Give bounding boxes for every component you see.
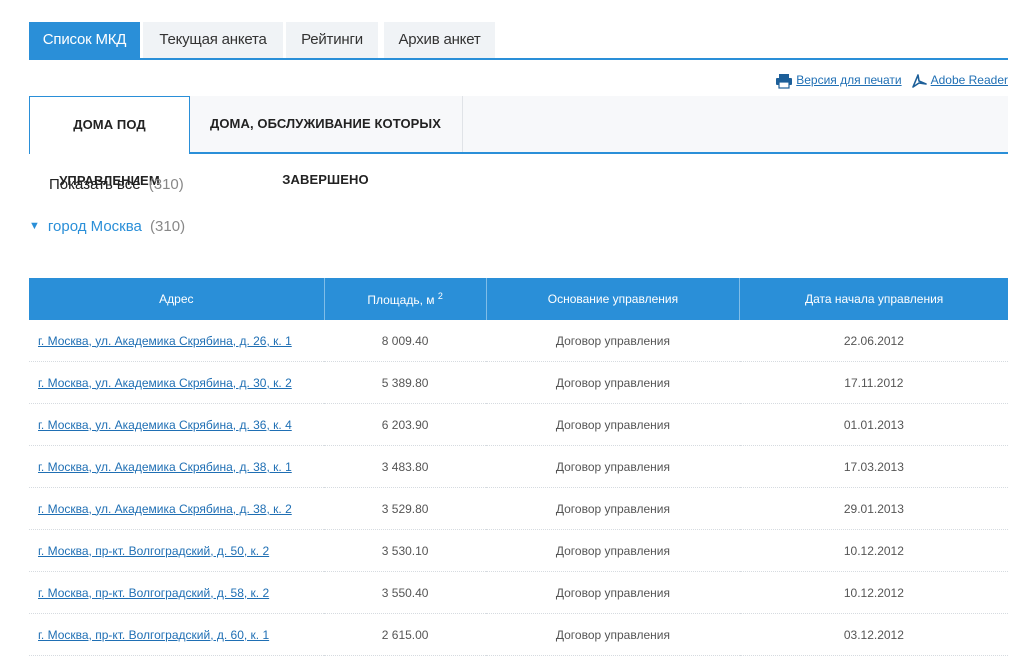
address-link[interactable]: г. Москва, ул. Академика Скрябина, д. 38… [38,502,292,516]
address-link[interactable]: г. Москва, ул. Академика Скрябина, д. 26… [38,334,292,348]
table-body: г. Москва, ул. Академика Скрябина, д. 26… [29,320,1008,656]
address-link[interactable]: г. Москва, пр-кт. Волгоградский, д. 50, … [38,544,269,558]
table-row: г. Москва, пр-кт. Волгоградский, д. 58, … [29,571,1008,614]
table-row: г. Москва, ул. Академика Скрябина, д. 36… [29,403,1008,446]
address-cell: г. Москва, ул. Академика Скрябина, д. 26… [29,320,325,362]
date-cell: 10.12.2012 [739,529,1008,572]
address-cell: г. Москва, ул. Академика Скрябина, д. 38… [29,445,325,488]
area-cell: 3 530.10 [324,529,487,572]
adobe-reader-link[interactable]: Adobe Reader [931,73,1008,87]
area-cell: 5 389.80 [324,361,487,404]
show-all-link[interactable]: Показать все (310) [49,176,184,193]
print-link-group[interactable]: Версия для печати [775,73,902,89]
tab-ratings[interactable]: Рейтинги [286,22,378,58]
address-cell: г. Москва, пр-кт. Волгоградский, д. 58, … [29,571,325,614]
tab-managed-houses[interactable]: ДОМА ПОД УПРАВЛЕНИЕМ [29,96,190,188]
date-cell: 29.01.2013 [739,487,1008,530]
city-count: (310) [150,218,186,235]
tab-current-form[interactable]: Текущая анкета [143,22,283,58]
address-cell: г. Москва, пр-кт. Волгоградский, д. 50, … [29,529,325,572]
tab-archive[interactable]: Архив анкет [384,22,495,58]
header-date[interactable]: Дата начала управления [739,278,1008,320]
basis-cell: Договор управления [486,571,740,614]
houses-table: Адрес Площадь, м 2 Основание управления … [29,278,1008,656]
header-address[interactable]: Адрес [29,278,325,320]
table-row: г. Москва, пр-кт. Волгоградский, д. 60, … [29,613,1008,656]
date-cell: 03.12.2012 [739,613,1008,656]
area-cell: 6 203.90 [324,403,487,446]
header-area-sup: 2 [437,291,443,301]
basis-cell: Договор управления [486,529,740,572]
basis-cell: Договор управления [486,320,740,362]
table-row: г. Москва, ул. Академика Скрябина, д. 38… [29,487,1008,530]
header-area[interactable]: Площадь, м 2 [324,278,487,320]
address-link[interactable]: г. Москва, пр-кт. Волгоградский, д. 60, … [38,628,269,642]
address-link[interactable]: г. Москва, ул. Академика Скрябина, д. 36… [38,418,292,432]
table-row: г. Москва, ул. Академика Скрябина, д. 26… [29,320,1008,362]
date-cell: 17.03.2013 [739,445,1008,488]
adobe-reader-icon [911,74,927,88]
reader-link-group[interactable]: Adobe Reader [910,73,1008,89]
table-header-row: Адрес Площадь, м 2 Основание управления … [29,278,1008,320]
show-all-count: (310) [148,176,184,193]
header-basis[interactable]: Основание управления [486,278,741,320]
area-cell: 3 483.80 [324,445,487,488]
address-link[interactable]: г. Москва, ул. Академика Скрябина, д. 30… [38,376,292,390]
basis-cell: Договор управления [486,487,740,530]
sub-tabs: ДОМА ПОД УПРАВЛЕНИЕМ ДОМА, ОБСЛУЖИВАНИЕ … [29,96,1008,188]
area-cell: 2 615.00 [324,613,487,656]
date-cell: 17.11.2012 [739,361,1008,404]
basis-cell: Договор управления [486,403,740,446]
date-cell: 22.06.2012 [739,320,1008,362]
address-cell: г. Москва, ул. Академика Скрябина, д. 36… [29,403,325,446]
address-link[interactable]: г. Москва, пр-кт. Волгоградский, д. 58, … [38,586,269,600]
print-tools: Версия для печати Adobe Reader [775,71,1008,91]
tab-finished-houses[interactable]: ДОМА, ОБСЛУЖИВАНИЕ КОТОРЫХ ЗАВЕРШЕНО [189,96,463,187]
top-tabs: Список МКД Текущая анкета Рейтинги Архив… [29,22,1008,60]
table-row: г. Москва, ул. Академика Скрябина, д. 30… [29,361,1008,404]
triangle-down-icon: ▼ [29,220,40,232]
area-cell: 3 529.80 [324,487,487,530]
table-row: г. Москва, пр-кт. Волгоградский, д. 50, … [29,529,1008,572]
address-cell: г. Москва, пр-кт. Волгоградский, д. 60, … [29,613,325,656]
show-all-label: Показать все [49,176,141,193]
city-filter[interactable]: ▼ город Москва (310) [29,218,185,235]
basis-cell: Договор управления [486,361,740,404]
date-cell: 10.12.2012 [739,571,1008,614]
tab-mkd-list[interactable]: Список МКД [29,22,140,58]
header-area-label: Площадь, м [367,293,435,307]
area-cell: 8 009.40 [324,320,487,362]
city-label: город Москва [47,218,142,235]
address-link[interactable]: г. Москва, ул. Академика Скрябина, д. 38… [38,460,292,474]
date-cell: 01.01.2013 [739,403,1008,446]
address-cell: г. Москва, ул. Академика Скрябина, д. 38… [29,487,325,530]
basis-cell: Договор управления [486,613,740,656]
address-cell: г. Москва, ул. Академика Скрябина, д. 30… [29,361,325,404]
area-cell: 3 550.40 [324,571,487,614]
print-version-link[interactable]: Версия для печати [796,73,901,87]
table-row: г. Москва, ул. Академика Скрябина, д. 38… [29,445,1008,488]
basis-cell: Договор управления [486,445,740,488]
printer-icon [776,74,793,89]
